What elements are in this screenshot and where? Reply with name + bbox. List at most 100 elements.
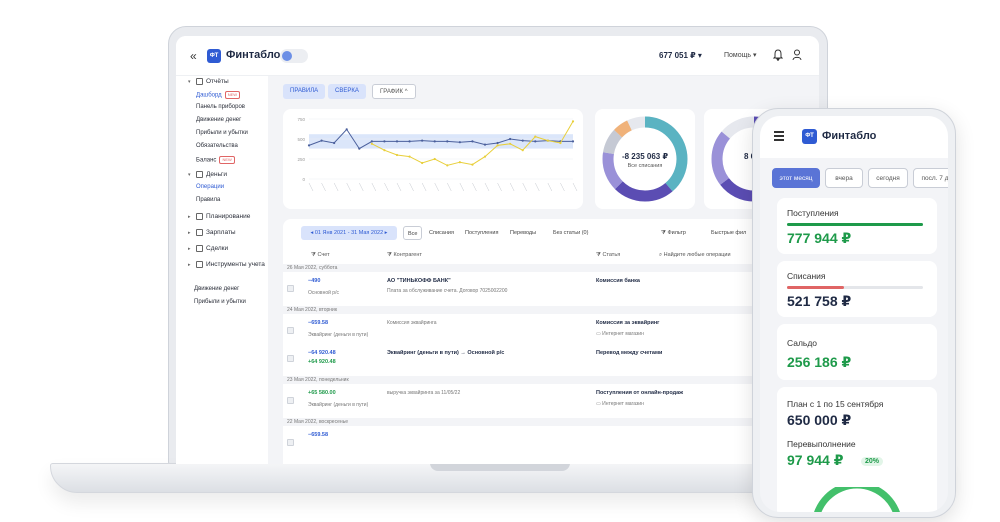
chart-x-tick (321, 182, 326, 192)
chart-point (509, 137, 512, 141)
chart-x-tick (497, 182, 502, 192)
period-chip-this-month[interactable]: этот месяц (772, 168, 820, 188)
row-amount: +65 580.00 (308, 390, 336, 396)
chart-point (370, 140, 373, 143)
sidebar-item-tools[interactable]: ▸ Инструменты учета (188, 261, 265, 268)
balance-value: 256 186 ₽ (787, 354, 852, 370)
sidebar-item-cashflow[interactable]: Движение денег (196, 117, 241, 123)
row-checkbox[interactable] (287, 439, 294, 446)
bell-icon[interactable] (773, 49, 783, 61)
chart-x-tick (333, 182, 339, 192)
column-header-category[interactable]: ⧩ Статья (596, 252, 620, 259)
sidebar-item-liabilities[interactable]: Обязательства (196, 143, 238, 149)
group-header (283, 264, 819, 272)
chart-y-tick-label: 250 (297, 157, 305, 162)
sidebar-item-dashboard[interactable]: Дашборд NEW (196, 91, 241, 99)
sidebar-item-dashboard-panel[interactable]: Панель приборов (196, 104, 245, 110)
group-header (283, 376, 819, 384)
overfulfill-label: Перевыполнение (787, 439, 856, 449)
filter-tab-all[interactable]: Все (403, 226, 423, 240)
tab-chart[interactable]: ГРАФИК ^ (372, 84, 416, 99)
table-row[interactable]: −490 Основной р/с АО "ТИНЬКОФФ БАНК" Пла… (283, 275, 819, 303)
sidebar-item-planning[interactable]: ▸ Планирование (188, 213, 250, 220)
sidebar-item-operations[interactable]: Операции (196, 184, 224, 190)
chart-point (408, 140, 411, 143)
income-progress (787, 223, 923, 226)
chart-point (483, 155, 487, 158)
row-checkbox[interactable] (287, 397, 294, 404)
sidebar-item-rules[interactable]: Правила (196, 197, 220, 203)
sidebar-item-deals[interactable]: ▸ Сделки (188, 245, 228, 252)
row-checkbox[interactable] (287, 285, 294, 292)
chart-point (433, 157, 436, 161)
theme-toggle[interactable] (280, 49, 308, 63)
phone-header: ФТ Финтабло (760, 116, 948, 158)
table-row[interactable]: −659.58 Эквайринг (деньги в пути) Комисс… (283, 317, 819, 345)
sidebar-item-salaries[interactable]: ▸ Зарплаты (188, 229, 236, 236)
chart-point (421, 139, 424, 142)
income-card: Поступления 777 944 ₽ (777, 198, 937, 254)
menu-icon[interactable] (774, 131, 784, 143)
sidebar-item-label: Баланс (196, 157, 217, 164)
column-label: Контрагент (393, 252, 422, 258)
filter-tab-transfers[interactable]: Переводы (510, 226, 536, 240)
period-chip-today[interactable]: сегодня (868, 168, 908, 188)
account-balance[interactable]: 677 051 ₽ ▾ (659, 51, 702, 60)
filter-tab-income[interactable]: Поступления (465, 226, 498, 240)
user-icon[interactable] (792, 49, 802, 61)
sidebar: ▾ Отчёты Дашборд NEW Панель приборов Движ… (176, 76, 268, 464)
chart-x-tick (560, 182, 565, 192)
logo-text: Финтабло (822, 130, 877, 142)
logo-badge: ФТ (207, 49, 221, 63)
help-menu[interactable]: Помощь ▾ (724, 51, 757, 59)
tab-rules[interactable]: ПРАВИЛА (283, 84, 326, 99)
table-row[interactable]: +65 580.00 Эквайринг (деньги в пути) выр… (283, 387, 819, 415)
column-header-account[interactable]: ⧩ Счет (311, 252, 330, 259)
quick-filter-button[interactable]: Быстрые фил (711, 226, 746, 240)
search-input[interactable]: ⌕ Найдите любые операции (659, 252, 731, 259)
chart-point (320, 139, 323, 142)
date-range-picker[interactable]: ◂ 01 Янв 2021 - 31 Мая 2022 ▸ (301, 226, 397, 240)
footer-link-pnl[interactable]: Прибыли и убытки (194, 299, 246, 305)
planning-icon (196, 213, 203, 220)
table-row[interactable]: −64 920.48 +64 920.48 Эквайринг (деньги … (283, 345, 819, 373)
period-chip-last-7[interactable]: посл. 7 д (913, 168, 948, 188)
chart-point (446, 140, 449, 143)
chart-point (358, 147, 361, 150)
sidebar-item-money[interactable]: ▾ Деньги (188, 171, 227, 178)
chart-x-tick (535, 182, 540, 192)
filter-tab-expenses[interactable]: Списания (429, 226, 454, 240)
plan-value: 650 000 ₽ (787, 412, 852, 428)
gauge-arc (814, 487, 900, 512)
row-checkbox[interactable] (287, 327, 294, 334)
footer-link-cashflow[interactable]: Движение денег (194, 286, 239, 292)
operations-table: ◂ 01 Янв 2021 - 31 Мая 2022 ▸ Все Списан… (283, 219, 819, 464)
chart-point (333, 141, 336, 145)
chart-x-tick (371, 182, 377, 192)
row-comment: Плата за обслуживание счета. Договор 702… (387, 288, 508, 294)
period-chip-yesterday[interactable]: вчера (825, 168, 863, 188)
row-category: Перевод между счетами (596, 350, 663, 356)
row-counterparty: АО "ТИНЬКОФФ БАНК" (387, 278, 451, 284)
sidebar-item-pnl[interactable]: Прибыли и убытки (196, 130, 248, 136)
row-account: Основной р/с (308, 290, 339, 296)
chart-point (395, 153, 399, 157)
row-checkbox[interactable] (287, 355, 294, 362)
column-header-counterparty[interactable]: ⧩ Контрагент (387, 252, 422, 259)
tab-reconciliation[interactable]: СВЕРКА (328, 84, 366, 99)
donut-label: Все списания (627, 163, 663, 169)
sidebar-item-balance[interactable]: Баланс NEW (196, 156, 235, 164)
chart-x-tick (434, 182, 439, 192)
money-icon (196, 171, 203, 178)
filter-button[interactable]: ⧩ Фильтр (661, 226, 686, 240)
collapse-sidebar-icon[interactable]: « (190, 49, 197, 63)
sidebar-item-reports[interactable]: ▾ Отчёты (188, 78, 229, 85)
plan-card: План с 1 по 15 сентября 650 000 ₽ Перевы… (777, 387, 937, 512)
chart-point (383, 140, 386, 143)
chart-point (345, 128, 348, 131)
group-header (283, 418, 819, 426)
filter-tab-uncategorized[interactable]: Без статьи (0) (553, 226, 588, 240)
table-row[interactable]: −659.58 (283, 429, 819, 457)
laptop-notch (430, 463, 570, 471)
chart-point (571, 120, 575, 123)
